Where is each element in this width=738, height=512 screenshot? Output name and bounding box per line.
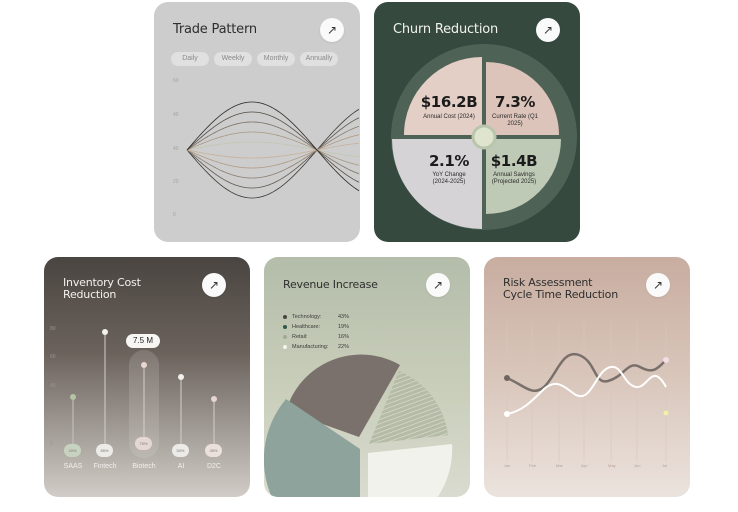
point-light-start [504, 411, 510, 417]
center-knob [471, 124, 497, 150]
category-ai: AI [177, 463, 185, 470]
inventory-cost-card: Inventory Cost Reduction ↗ 80 60 40 20 0… [44, 257, 250, 497]
point-saas [70, 394, 76, 400]
value-tooltip: 7.5 M [126, 334, 160, 348]
stat-annual-cost-value: $16.2B [420, 93, 478, 111]
badge-fintech: 85% [96, 444, 113, 457]
vertical-gridlines [506, 322, 667, 462]
stat-current-rate-label: Current Rate (Q1 2025) [491, 114, 539, 127]
risk-assessment-card: Risk Assessment Cycle Time Reduction ↗ J… [484, 257, 690, 497]
churn-quadrant-chart [391, 44, 577, 230]
risk-line-chart [504, 322, 669, 462]
trade-pattern-card: Trade Pattern ↗ Daily Weekly Monthly Ann… [154, 2, 360, 242]
badge-ai: 50% [172, 444, 189, 457]
badge-saas: 20% [64, 444, 81, 457]
wave-line [186, 108, 360, 199]
category-d2c: D2C [206, 463, 221, 470]
badge-biotech: 70% [135, 437, 152, 450]
category-fintech: Fintech [93, 463, 117, 470]
x-tick-label: Jun [634, 463, 641, 468]
x-tick-label: Apr [581, 463, 588, 468]
badge-d2c: 35% [205, 444, 222, 457]
point-d2c [211, 396, 217, 402]
x-tick-label: Mar [556, 463, 563, 468]
stat-yoy-change-label: YoY Change (2024-2025) [432, 172, 466, 185]
point-dark-end [663, 357, 669, 363]
point-ai [178, 374, 184, 380]
churn-reduction-card: Churn Reduction ↗ $16.2B Annual Cost (20… [374, 2, 580, 242]
x-tick-label: May [608, 463, 616, 468]
stat-annual-savings-value: $1.4B [490, 152, 538, 170]
point-fintech [102, 329, 108, 335]
x-tick-label: Feb [529, 463, 536, 468]
trade-pattern-wave-chart [186, 101, 360, 199]
point-light-end [663, 410, 669, 416]
x-tick-label: Jan [504, 463, 511, 468]
inventory-lollipop-chart [70, 329, 217, 447]
stat-current-rate-value: 7.3% [494, 93, 535, 111]
point-dark-start [504, 375, 510, 381]
category-saas: SAAS [63, 463, 83, 470]
point-biotech [141, 362, 147, 368]
category-biotech: Biotech [132, 463, 156, 470]
stat-annual-savings-label: Annual Savings (Projected 2025) [491, 172, 537, 185]
stat-yoy-change-value: 2.1% [428, 152, 469, 170]
x-tick-label: Jul [662, 463, 668, 468]
wave-line [186, 101, 360, 192]
revenue-increase-card: Revenue Increase ↗ Technology: 43% Healt… [264, 257, 470, 497]
stat-annual-cost-label: Annual Cost (2024) [423, 114, 475, 120]
slice-manufacturing [368, 444, 453, 497]
revenue-pie-chart [264, 354, 453, 497]
